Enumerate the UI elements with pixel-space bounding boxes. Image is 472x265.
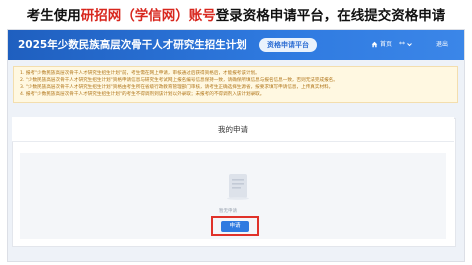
notice-box: 1. 报考"少数民族高层次骨干人才研究生招生计划"前，考生需在网上申请，审核通过… xyxy=(13,66,458,103)
card-header: 我的申请 xyxy=(12,117,454,142)
site-title: 2025年少数民族高层次骨干人才研究生招生计划 xyxy=(18,39,247,51)
notice-line-2: 2. "少数民族高层次骨干人才研究生招生计划"资格申请信息与研究生考试网上报名编… xyxy=(20,78,338,83)
headline-part-3: 登录资格申请平台，在线提交资格申请 xyxy=(215,8,446,24)
nav-user-label: ** xyxy=(399,41,405,48)
chevron-down-icon xyxy=(407,43,412,47)
empty-document-icon xyxy=(227,174,249,200)
card-title: 我的申请 xyxy=(218,125,248,134)
nav-user-menu[interactable]: ** xyxy=(399,40,414,50)
nav-logout-link[interactable]: 退出 xyxy=(436,40,448,50)
apply-button[interactable]: 申请 xyxy=(221,221,249,232)
headline-part-1: 考生使用 xyxy=(26,8,81,24)
notice-line-4: 4. 报考"少数民族高层次骨干人才研究生招生计划"的考生不得调剂到该计划以外录取… xyxy=(20,92,265,97)
notice-line-3: 3. "少数民族高层次骨干人才研究生招生计划"资格由考生所在省级行政教育管理部门… xyxy=(20,85,334,90)
empty-state-text: 暂无申请 xyxy=(219,209,237,214)
top-navigation-bar: 2025年少数民族高层次骨干人才研究生招生计划 资格申请平台 首页 ** 退出 xyxy=(8,30,464,60)
platform-tag: 资格申请平台 xyxy=(259,38,317,52)
nav-home-link[interactable]: 首页 xyxy=(371,40,392,50)
headline-account-highlight: 研招网（学信网）账号 xyxy=(80,8,216,24)
instruction-headline: 考生使用研招网（学信网）账号登录资格申请平台，在线提交资格申请 xyxy=(0,4,472,24)
notice-line-1: 1. 报考"少数民族高层次骨干人才研究生招生计划"前，考生需在网上申请，审核通过… xyxy=(20,71,260,76)
home-icon xyxy=(371,41,378,48)
nav-home-label: 首页 xyxy=(380,41,393,48)
